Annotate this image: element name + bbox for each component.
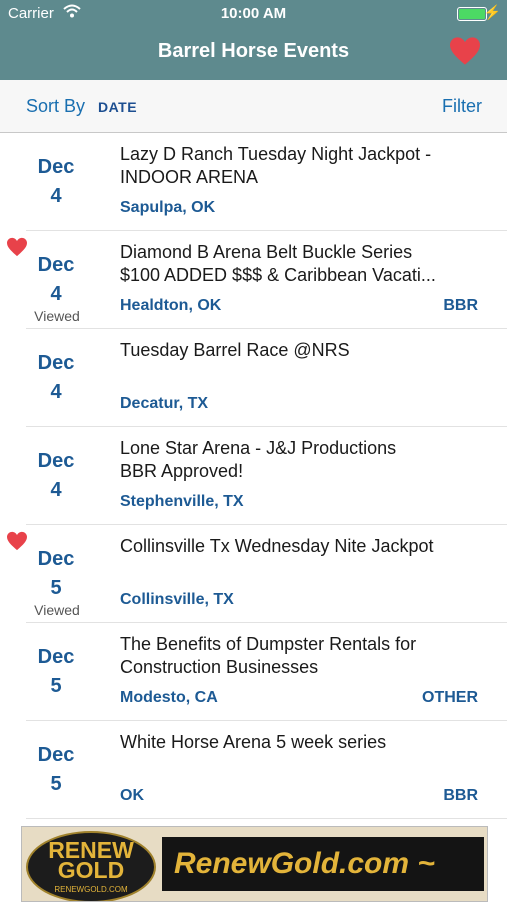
event-title-line: Tuesday Barrel Race @NRS xyxy=(120,340,350,360)
event-day: 4 xyxy=(50,283,62,305)
event-day: 5 xyxy=(50,675,62,697)
event-date: Dec 5 xyxy=(26,545,86,603)
event-day: 4 xyxy=(50,479,62,501)
event-location: Modesto, CA xyxy=(120,689,218,706)
event-tag: OTHER xyxy=(422,689,478,706)
event-row[interactable]: Dec 5 Viewed Collinsville Tx Wednesday Nite… xyxy=(7,525,507,623)
favorite-heart-icon[interactable] xyxy=(6,531,28,556)
favorites-heart-icon[interactable] xyxy=(448,36,482,71)
event-location: Sapulpa, OK xyxy=(120,199,216,216)
event-day: 5 xyxy=(50,577,62,599)
event-location: Decatur, TX xyxy=(120,395,209,412)
event-month: Dec xyxy=(37,450,75,472)
sort-bar: Sort By DATE Filter xyxy=(0,80,507,133)
event-day: 4 xyxy=(50,185,62,207)
viewed-label: Viewed xyxy=(34,308,80,324)
event-title-line: Lazy D Ranch Tuesday Night Jackpot - xyxy=(120,144,432,164)
battery-icon xyxy=(457,7,487,21)
event-title-line: Lone Star Arena - J&J Productions xyxy=(120,438,397,458)
event-row[interactable]: Dec 5 The Benefits of Dumpster Rentals for… xyxy=(26,623,507,721)
event-row[interactable]: Dec 4 Lone Star Arena - J&J Productions BBR… xyxy=(26,427,507,525)
event-date: Dec 4 xyxy=(26,153,86,211)
event-row[interactable]: Dec 4 Lazy D Ranch Tuesday Night Jackpot -… xyxy=(26,133,507,231)
event-title-line: Diamond B Arena Belt Buckle Series xyxy=(120,242,413,262)
charging-icon: ⚡ xyxy=(483,4,501,20)
event-title: The Benefits of Dumpster Rentals for Cons… xyxy=(120,633,485,679)
top-bar: Carrier 10:00 AM ⚡ Barrel Horse Events xyxy=(0,0,507,80)
event-month: Dec xyxy=(37,744,75,766)
event-title-line: Construction Businesses xyxy=(120,657,319,677)
event-title: White Horse Arena 5 week series xyxy=(120,731,485,754)
event-title-line: $100 ADDED $$$ & Caribbean Vacati... xyxy=(120,265,436,285)
event-title-line: BBR Approved! xyxy=(120,461,244,481)
event-date: Dec 4 xyxy=(26,251,86,309)
event-title: Lone Star Arena - J&J Productions BBR App… xyxy=(120,437,485,483)
event-tag: BBR xyxy=(443,297,478,314)
event-row[interactable]: Dec 4 Viewed Diamond B Arena Belt Buckle Se… xyxy=(7,231,507,329)
event-date: Dec 5 xyxy=(26,643,86,701)
event-row[interactable]: Dec 5 White Horse Arena 5 week series OK BBR xyxy=(26,721,507,819)
viewed-label: Viewed xyxy=(34,602,80,618)
filter-button[interactable]: Filter xyxy=(442,96,482,117)
event-location: Stephenville, TX xyxy=(120,493,244,510)
event-title-line: White Horse Arena 5 week series xyxy=(120,732,387,752)
event-date: Dec 4 xyxy=(26,447,86,505)
advertisement-banner[interactable]: RENEW GOLD RENEWGOLD.COM RenewGold.com ~ xyxy=(21,826,488,902)
event-day: 4 xyxy=(50,381,62,403)
event-location: OK xyxy=(120,787,144,804)
event-month: Dec xyxy=(37,352,75,374)
event-month: Dec xyxy=(37,646,75,668)
sort-value[interactable]: DATE xyxy=(98,99,137,115)
clock: 10:00 AM xyxy=(220,5,287,22)
favorite-heart-icon[interactable] xyxy=(6,237,28,262)
event-title-line: Collinsville Tx Wednesday Nite Jackpot xyxy=(120,536,434,556)
sort-by-button[interactable]: Sort By xyxy=(26,96,85,117)
event-title-line: The Benefits of Dumpster Rentals for xyxy=(120,634,417,654)
ad-banner-text: RenewGold.com ~ xyxy=(162,837,484,891)
event-title: Tuesday Barrel Race @NRS xyxy=(120,339,485,362)
status-bar: Carrier 10:00 AM ⚡ xyxy=(0,0,507,28)
event-date: Dec 4 xyxy=(26,349,86,407)
event-tag: BBR xyxy=(443,787,478,804)
event-date: Dec 5 xyxy=(26,741,86,799)
event-month: Dec xyxy=(37,548,75,570)
event-title: Lazy D Ranch Tuesday Night Jackpot - INDO… xyxy=(120,143,485,189)
event-month: Dec xyxy=(37,156,75,178)
event-title-line: INDOOR ARENA xyxy=(120,167,259,187)
event-list: Dec 4 Lazy D Ranch Tuesday Night Jackpot -… xyxy=(0,133,507,819)
event-location: Collinsville, TX xyxy=(120,591,234,608)
event-row[interactable]: Dec 4 Tuesday Barrel Race @NRS Decatur, TX xyxy=(26,329,507,427)
page-title: Barrel Horse Events xyxy=(157,40,350,62)
event-title: Collinsville Tx Wednesday Nite Jackpot xyxy=(120,535,485,558)
event-day: 5 xyxy=(50,773,62,795)
ad-logo: RENEW GOLD RENEWGOLD.COM xyxy=(26,831,156,901)
event-title: Diamond B Arena Belt Buckle Series $100 A… xyxy=(120,241,485,287)
event-location: Healdton, OK xyxy=(120,297,222,314)
event-month: Dec xyxy=(37,254,75,276)
